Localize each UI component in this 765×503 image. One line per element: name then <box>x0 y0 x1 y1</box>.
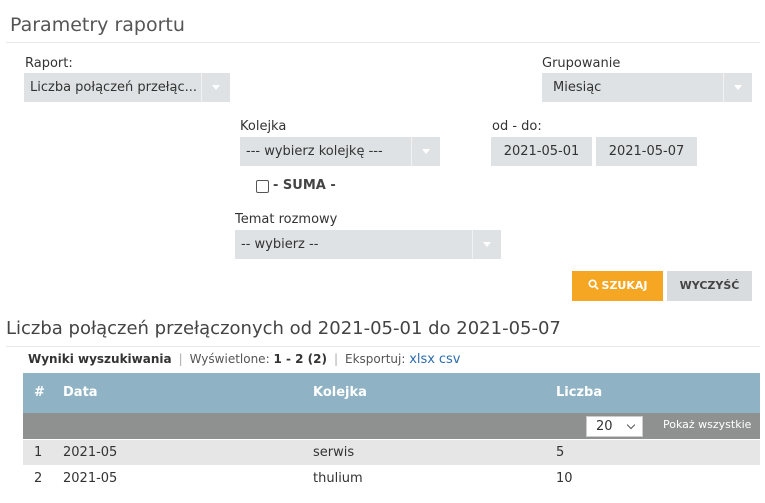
search-icon <box>587 279 599 290</box>
search-button-label: SZUKAJ <box>601 279 648 292</box>
table-row[interactable]: 2 2021-05 thulium 10 <box>23 466 760 491</box>
daterange-label: od - do: <box>492 119 542 134</box>
cell-kolejka: thulium <box>313 471 363 486</box>
raport-label: Raport: <box>25 56 73 71</box>
search-button[interactable]: SZUKAJ <box>572 271 663 301</box>
column-header-liczba[interactable]: Liczba <box>556 385 602 400</box>
tab-results[interactable]: Wyniki wyszukiwania <box>28 352 172 366</box>
kolejka-label: Kolejka <box>240 119 287 134</box>
clear-button[interactable]: WYCZYŚĆ <box>667 271 752 301</box>
temat-select[interactable]: -- wybierz -- <box>235 230 501 259</box>
show-all-button[interactable]: Pokaż wszystkie <box>663 418 751 431</box>
cell-kolejka: serwis <box>313 445 355 460</box>
export-label: Eksportuj: <box>345 352 406 366</box>
cell-num: 1 <box>34 445 43 460</box>
export-csv-link[interactable]: csv <box>439 352 461 367</box>
temat-label: Temat rozmowy <box>235 212 338 227</box>
displayed-label: Wyświetlone: <box>189 352 270 366</box>
divider <box>6 346 760 347</box>
chevron-down-icon <box>723 73 752 102</box>
results-tabs: Wyniki wyszukiwania | Wyświetlone: 1 - 2 (… <box>28 352 461 367</box>
kolejka-select[interactable]: --- wybierz kolejkę --- <box>240 137 440 166</box>
temat-select-value: -- wybierz -- <box>241 237 319 252</box>
date-to-input[interactable]: 2021-05-07 <box>596 137 697 166</box>
table-header: # Data Kolejka Liczba <box>23 373 760 413</box>
cell-data: 2021-05 <box>63 445 118 460</box>
chevron-down-icon <box>201 73 230 102</box>
cell-liczba: 10 <box>556 471 573 486</box>
chevron-down-icon <box>411 137 440 166</box>
cell-data: 2021-05 <box>63 471 118 486</box>
cell-liczba: 5 <box>556 445 565 460</box>
results-heading: Liczba połączeń przełączonych od 2021-05… <box>6 318 561 339</box>
column-header-kolejka[interactable]: Kolejka <box>313 385 367 400</box>
table-toolbar <box>23 413 760 439</box>
kolejka-select-value: --- wybierz kolejkę --- <box>246 144 383 159</box>
raport-select[interactable]: Liczba połączeń przełąc... <box>24 73 230 102</box>
date-from-input[interactable]: 2021-05-01 <box>491 137 592 166</box>
suma-checkbox[interactable] <box>256 180 269 193</box>
table-row[interactable]: 1 2021-05 serwis 5 <box>23 440 760 465</box>
chevron-down-icon <box>472 230 501 259</box>
cell-num: 2 <box>34 471 43 486</box>
grupowanie-label: Grupowanie <box>542 56 621 71</box>
raport-select-value: Liczba połączeń przełąc... <box>30 80 198 95</box>
divider <box>6 42 760 43</box>
grupowanie-select-value: Miesiąc <box>553 80 602 95</box>
per-page-select[interactable]: 20 <box>586 416 643 437</box>
column-header-num[interactable]: # <box>34 385 45 400</box>
column-header-data[interactable]: Data <box>63 385 98 400</box>
export-xlsx-link[interactable]: xlsx <box>409 352 435 367</box>
displayed-value: 1 - 2 (2) <box>273 352 327 366</box>
suma-label: - SUMA - <box>273 178 336 193</box>
page-title: Parametry raportu <box>10 14 185 36</box>
grupowanie-select[interactable]: Miesiąc <box>542 73 752 102</box>
